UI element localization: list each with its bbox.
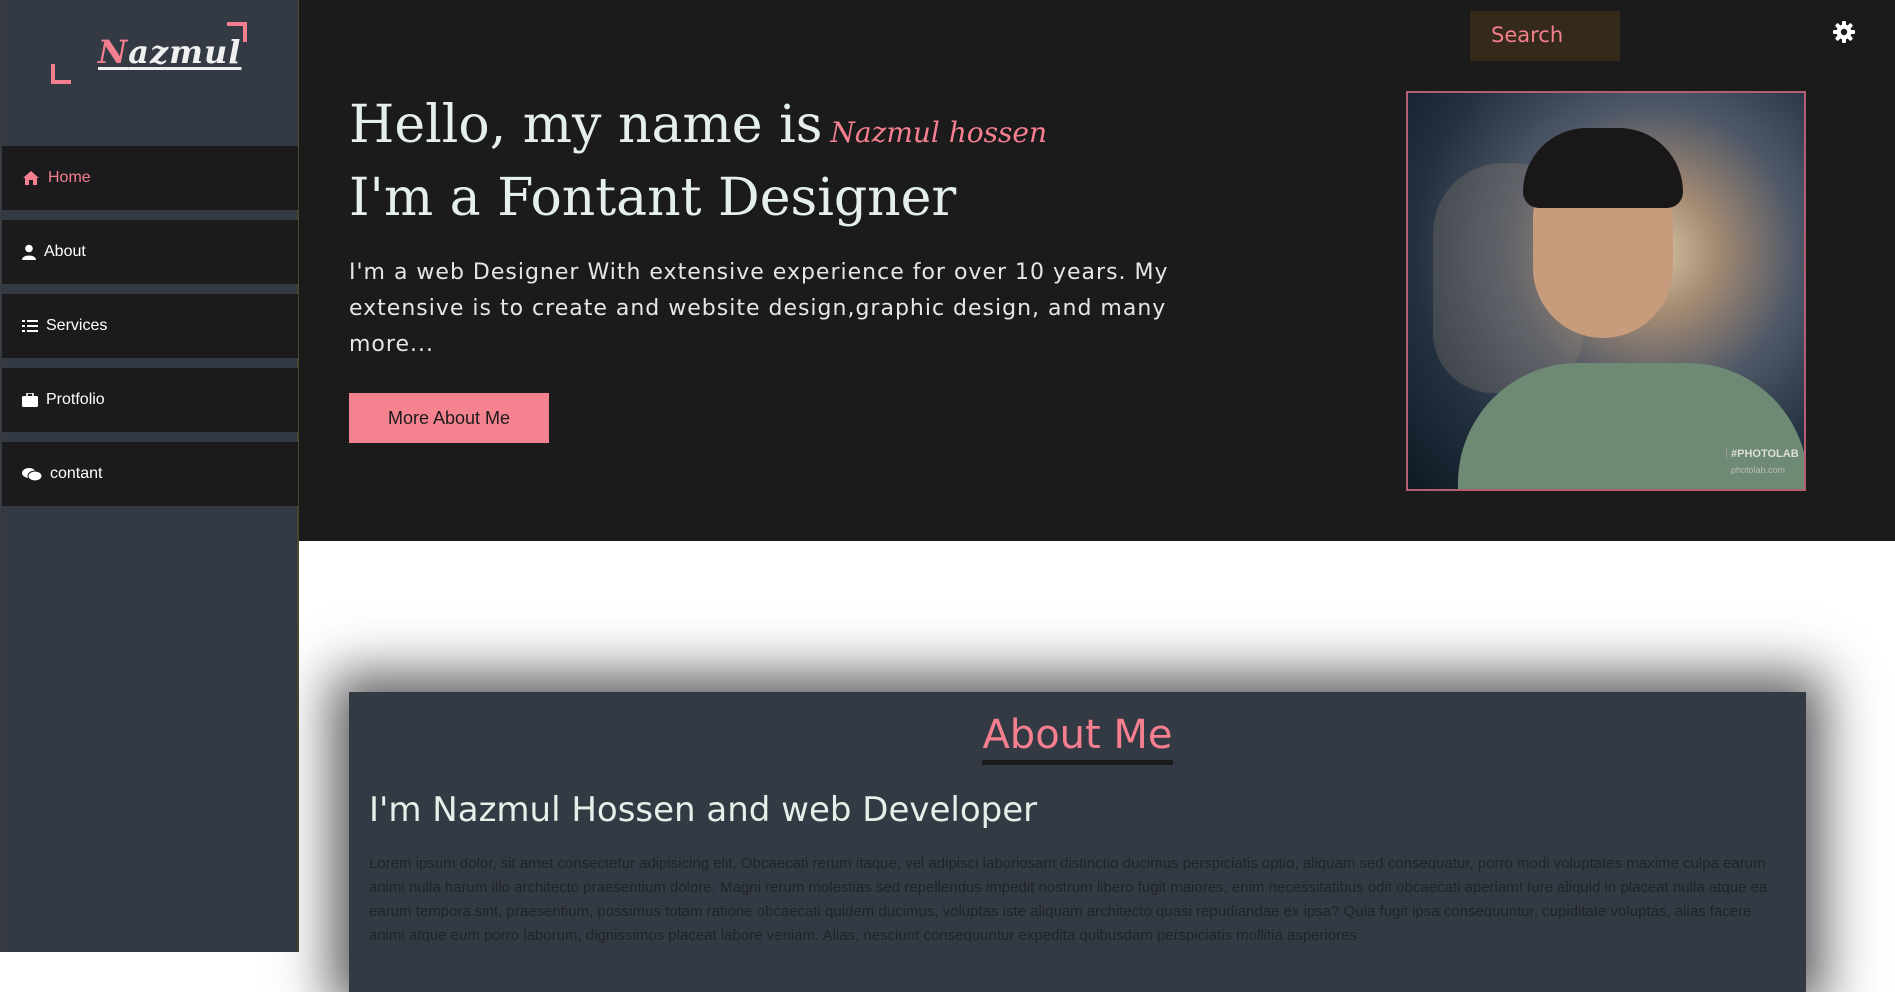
- photo-watermark-title: #PHOTOLAB: [1726, 448, 1799, 460]
- gear-icon[interactable]: [1832, 20, 1856, 44]
- sidebar-item-home[interactable]: Home: [2, 146, 298, 210]
- comments-icon: [22, 467, 42, 481]
- about-subtitle: I'm Nazmul Hossen and web Developer: [369, 790, 1038, 830]
- logo-area: Nazmul: [1, 0, 298, 145]
- sidebar-item-portfolio[interactable]: Protfolio: [2, 368, 298, 432]
- about-title-text: About Me: [982, 712, 1173, 765]
- sidebar-item-label: About: [44, 243, 86, 260]
- sidebar-item-about[interactable]: About: [2, 220, 298, 284]
- about-title: About Me: [349, 712, 1806, 765]
- sidebar: Nazmul Home About Services Protfolio con…: [0, 0, 299, 952]
- home-icon: [23, 171, 39, 185]
- list-icon: [22, 320, 38, 332]
- logo-rest: azmul: [128, 33, 242, 71]
- logo-corner-decoration: [51, 64, 71, 84]
- sidebar-item-label: Services: [46, 317, 108, 334]
- about-body: Lorem ipsum dolor, sit amet consectetur …: [369, 855, 1768, 944]
- sidebar-item-label: Home: [48, 169, 91, 186]
- sidebar-item-label: Protfolio: [46, 391, 105, 408]
- user-icon: [22, 244, 36, 260]
- hero-role: I'm a Fontant Designer: [349, 168, 957, 228]
- photo-hair: [1523, 128, 1683, 208]
- briefcase-icon: [22, 393, 38, 407]
- hero-intro: I'm a web Designer With extensive experi…: [349, 260, 1169, 357]
- sidebar-item-label: contant: [50, 465, 103, 482]
- profile-photo: #PHOTOLAB photolab.com: [1406, 91, 1806, 491]
- logo[interactable]: Nazmul: [98, 33, 241, 71]
- sidebar-item-contact[interactable]: contant: [2, 442, 298, 506]
- sidebar-item-services[interactable]: Services: [2, 294, 298, 358]
- about-section: About Me I'm Nazmul Hossen and web Devel…: [349, 692, 1806, 992]
- photo-watermark-sub: photolab.com: [1731, 465, 1786, 475]
- greeting-text: Hello, my name is: [349, 95, 823, 155]
- hero-greeting: Hello, my name is Nazmul hossen: [349, 95, 1047, 155]
- logo-first-letter: N: [98, 33, 129, 71]
- more-about-me-button[interactable]: More About Me: [349, 393, 549, 443]
- hero-name: Nazmul hossen: [830, 116, 1048, 149]
- search-button[interactable]: Search: [1470, 11, 1620, 61]
